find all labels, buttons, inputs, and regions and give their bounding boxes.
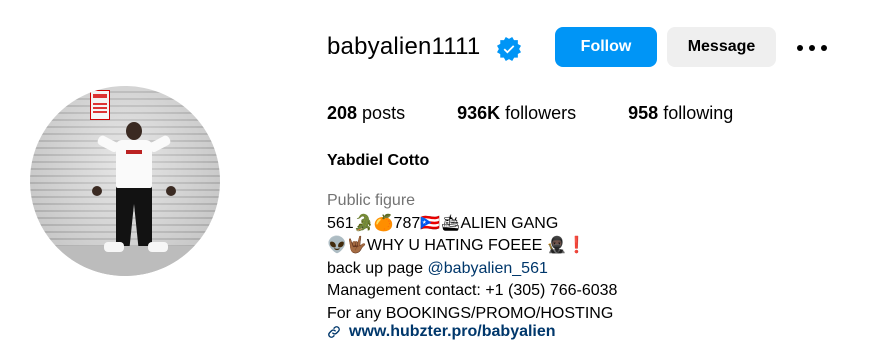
username: babyalien1111 <box>327 33 481 60</box>
full-name: Yabdiel Cotto <box>327 152 430 169</box>
link-icon <box>328 326 340 338</box>
following-label: following <box>658 103 734 123</box>
category-label: Public figure <box>327 192 416 209</box>
following-count[interactable]: 958 following <box>628 103 733 124</box>
followers-label: followers <box>500 103 577 123</box>
verified-badge-icon <box>497 37 521 61</box>
external-link-text: www.hubzter.pro/babyalien <box>349 323 556 340</box>
follow-button[interactable]: Follow <box>555 27 657 67</box>
bio-line-text: back up page <box>327 259 428 277</box>
posts-label: posts <box>357 103 406 123</box>
message-button[interactable]: Message <box>667 27 776 67</box>
posts-value: 208 <box>327 103 358 123</box>
profile-stats: 208 posts 936K followers 958 following <box>327 103 785 124</box>
posts-count[interactable]: 208 posts <box>327 103 405 124</box>
external-link[interactable]: www.hubzter.pro/babyalien <box>327 323 556 341</box>
bio-line: 👽🤟🏾WHY U HATING FOEEE 🥷🏿❗ <box>327 237 587 254</box>
followers-value: 936K <box>457 103 501 123</box>
bio-line: Management contact: +1 (305) 766-6038 <box>327 282 618 299</box>
bio-line-backup: back up page @babyalien_561 <box>327 258 617 281</box>
bio: Public figure 561🐊🍊787🇵🇷🛳ALIEN GANG 👽🤟🏾W… <box>327 190 617 325</box>
followers-count[interactable]: 936K followers <box>457 103 576 124</box>
avatar[interactable] <box>30 86 220 276</box>
mention-link[interactable]: @babyalien_561 <box>428 260 548 277</box>
profile-header: babyalien1111 Follow Message 208 posts 9… <box>0 0 873 355</box>
sign-graphic <box>90 90 110 120</box>
following-value: 958 <box>628 103 659 123</box>
bio-line: 561🐊🍊787🇵🇷🛳ALIEN GANG <box>327 214 559 232</box>
more-options-icon[interactable] <box>797 38 827 58</box>
bio-line: For any BOOKINGS/PROMO/HOSTING <box>327 304 614 322</box>
